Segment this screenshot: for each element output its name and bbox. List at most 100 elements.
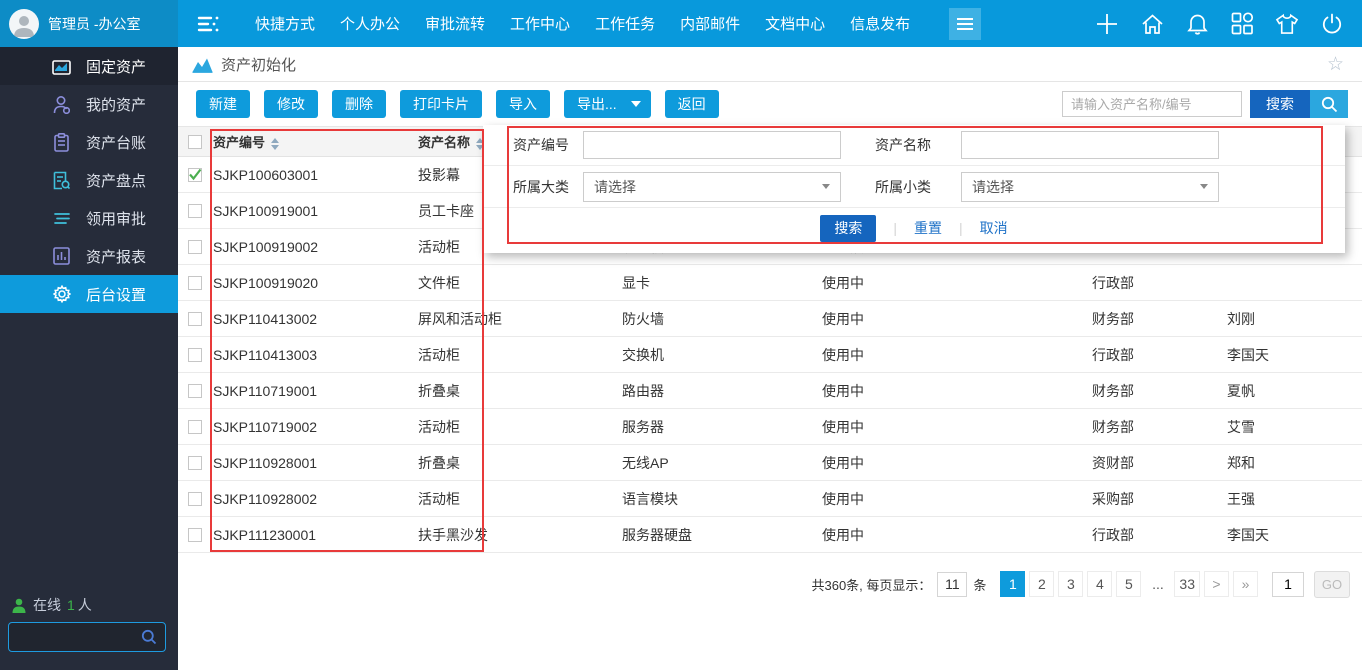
page-button-1[interactable]: 1 <box>1000 571 1025 597</box>
plus-icon[interactable] <box>1095 12 1119 36</box>
filter-search-button[interactable]: 搜索 <box>820 215 876 242</box>
row-checkbox[interactable] <box>188 492 202 506</box>
filter-code-input[interactable] <box>583 131 841 159</box>
table-row[interactable]: SJKP110719001 折叠桌 路由器 使用中 财务部 夏帆 <box>178 373 1362 409</box>
search-button[interactable]: 搜索 <box>1250 90 1310 118</box>
sidebar-search-input[interactable] <box>9 630 141 645</box>
power-icon[interactable] <box>1320 12 1344 36</box>
delete-button[interactable]: 删除 <box>332 90 386 118</box>
table-row[interactable]: SJKP111230001 扶手黑沙发 服务器硬盘 使用中 行政部 李国天 <box>178 517 1362 553</box>
row-checkbox[interactable] <box>188 348 202 362</box>
sidebar-item-backend-settings[interactable]: 后台设置 <box>0 275 178 313</box>
import-button[interactable]: 导入 <box>496 90 550 118</box>
chevron-down-icon <box>631 101 641 107</box>
page-button-5[interactable]: 5 <box>1116 571 1141 597</box>
page-button-2[interactable]: 2 <box>1029 571 1054 597</box>
page-size-input[interactable] <box>937 572 967 597</box>
filter-major-label: 所属大类 <box>483 177 583 197</box>
sort-icon[interactable] <box>271 138 279 150</box>
sidebar-item-label: 后台设置 <box>86 284 146 305</box>
cell-status: 使用中 <box>820 417 1090 437</box>
filter-reset-link[interactable]: 重置 <box>914 218 942 238</box>
cell-code: SJKP100919001 <box>211 203 415 219</box>
minor-category-select[interactable]: 请选择 <box>961 172 1219 202</box>
sidebar-item-label: 资产报表 <box>86 246 146 267</box>
table-row[interactable]: SJKP110413003 活动柜 交换机 使用中 行政部 李国天 <box>178 337 1362 373</box>
print-card-button[interactable]: 打印卡片 <box>400 90 482 118</box>
filter-name-input[interactable] <box>961 131 1219 159</box>
export-dropdown-button[interactable]: 导出... <box>564 90 651 118</box>
avatar[interactable] <box>9 9 39 39</box>
page-button-4[interactable]: 4 <box>1087 571 1112 597</box>
home-icon[interactable] <box>1140 12 1164 36</box>
cell-name: 扶手黑沙发 <box>415 525 620 545</box>
hamburger-menu-icon[interactable] <box>949 8 981 40</box>
last-page-button[interactable]: » <box>1233 571 1258 597</box>
page-buttons: 1 2 3 4 5 ... 33 > » <box>1000 571 1258 597</box>
new-button[interactable]: 新建 <box>196 90 250 118</box>
table-row[interactable]: SJKP110719002 活动柜 服务器 使用中 财务部 艾雪 <box>178 409 1362 445</box>
row-checkbox[interactable] <box>188 456 202 470</box>
row-checkbox-checked[interactable] <box>188 168 202 182</box>
table-row[interactable]: SJKP100919020 文件柜 显卡 使用中 行政部 <box>178 265 1362 301</box>
toolbar-search: 搜索 <box>1062 90 1362 118</box>
row-checkbox[interactable] <box>188 240 202 254</box>
cell-status: 使用中 <box>820 489 1090 509</box>
row-checkbox[interactable] <box>188 312 202 326</box>
list-lines-icon <box>52 209 71 228</box>
nav-item-tasks[interactable]: 工作任务 <box>595 13 655 34</box>
sidebar-item-asset-ledger[interactable]: 资产台账 <box>0 123 178 161</box>
sidebar-item-requisition-approval[interactable]: 领用审批 <box>0 199 178 237</box>
row-checkbox[interactable] <box>188 384 202 398</box>
next-page-button[interactable]: > <box>1204 571 1229 597</box>
bell-icon[interactable] <box>1185 12 1209 36</box>
user-name: 管理员 -办公室 <box>48 14 141 34</box>
apps-icon[interactable] <box>1230 12 1254 36</box>
goto-page-input[interactable] <box>1272 572 1304 597</box>
edit-button[interactable]: 修改 <box>264 90 318 118</box>
shirt-icon[interactable] <box>1275 12 1299 36</box>
sidebar-item-my-assets[interactable]: 我的资产 <box>0 85 178 123</box>
select-all-checkbox[interactable] <box>188 135 202 149</box>
cell-name2: 服务器硬盘 <box>620 525 820 545</box>
table-row[interactable]: SJKP110413002 屏风和活动柜 防火墙 使用中 财务部 刘刚 <box>178 301 1362 337</box>
sidebar-item-fixed-assets[interactable]: 固定资产 <box>0 47 178 85</box>
nav-item-shortcuts[interactable]: 快捷方式 <box>255 13 315 34</box>
row-checkbox[interactable] <box>188 204 202 218</box>
cell-name: 折叠桌 <box>415 381 620 401</box>
nav-item-approval[interactable]: 审批流转 <box>425 13 485 34</box>
user-area[interactable]: 管理员 -办公室 <box>0 0 178 47</box>
row-checkbox[interactable] <box>188 420 202 434</box>
online-unit: 人 <box>78 595 92 615</box>
nav-item-workcenter[interactable]: 工作中心 <box>510 13 570 34</box>
filter-cancel-link[interactable]: 取消 <box>980 218 1008 238</box>
cell-status: 使用中 <box>820 381 1090 401</box>
nav-item-mail[interactable]: 内部邮件 <box>680 13 740 34</box>
table-row[interactable]: SJKP110928002 活动柜 语言模块 使用中 采购部 王强 <box>178 481 1362 517</box>
search-magnifier-button[interactable] <box>1310 90 1348 118</box>
sidebar-search-icon[interactable] <box>141 629 157 645</box>
cell-code: SJKP110928001 <box>211 455 415 471</box>
nav-item-personal[interactable]: 个人办公 <box>340 13 400 34</box>
cell-dept: 资财部 <box>1090 453 1225 473</box>
cell-user: 夏帆 <box>1225 381 1362 401</box>
nav-item-news[interactable]: 信息发布 <box>850 13 910 34</box>
sidebar-item-asset-inventory[interactable]: 资产盘点 <box>0 161 178 199</box>
page-button-3[interactable]: 3 <box>1058 571 1083 597</box>
cell-code: SJKP110719001 <box>211 383 415 399</box>
major-category-select[interactable]: 请选择 <box>583 172 841 202</box>
favorite-star-icon[interactable]: ☆ <box>1327 55 1344 74</box>
go-button[interactable]: GO <box>1314 571 1350 598</box>
page-ellipsis: ... <box>1145 571 1170 597</box>
page-button-33[interactable]: 33 <box>1174 571 1200 597</box>
back-button[interactable]: 返回 <box>665 90 719 118</box>
row-checkbox[interactable] <box>188 276 202 290</box>
nav-item-docs[interactable]: 文档中心 <box>765 13 825 34</box>
asset-search-input[interactable] <box>1062 91 1242 117</box>
sidebar-item-asset-reports[interactable]: 资产报表 <box>0 237 178 275</box>
row-checkbox[interactable] <box>188 528 202 542</box>
column-header-code[interactable]: 资产编号 <box>211 132 415 151</box>
online-status: 在线 1 人 <box>12 595 92 615</box>
table-row[interactable]: SJKP110928001 折叠桌 无线AP 使用中 资财部 郑和 <box>178 445 1362 481</box>
collapse-menu-icon[interactable] <box>196 14 222 34</box>
